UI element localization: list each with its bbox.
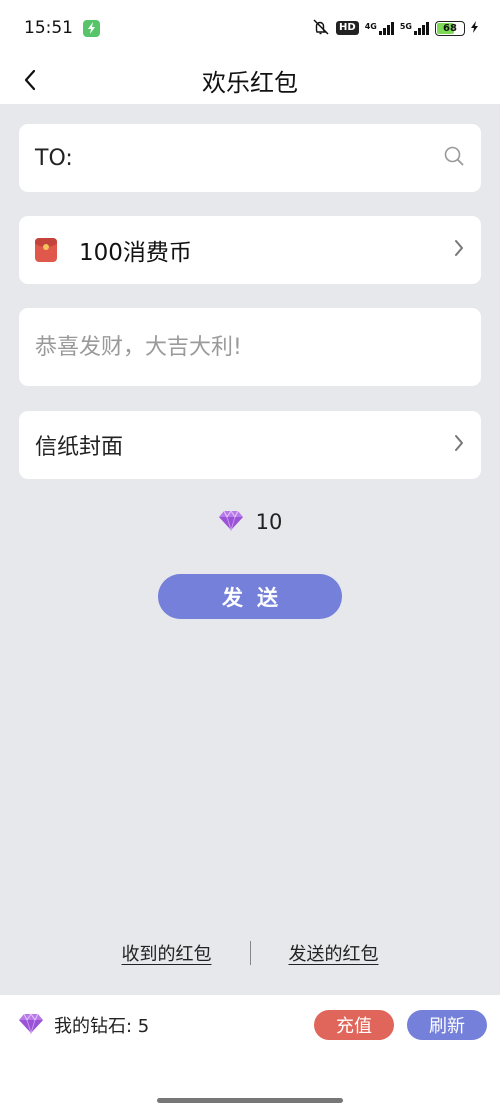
- signal-4g-icon: 4G: [364, 21, 394, 35]
- search-icon[interactable]: [443, 145, 465, 171]
- charging-icon: [471, 20, 478, 36]
- received-envelopes-link[interactable]: 收到的红包: [122, 940, 212, 966]
- app-notification-icon: [83, 19, 100, 37]
- send-button[interactable]: 发送: [158, 574, 342, 619]
- nav-bar: 欢乐红包: [0, 56, 500, 104]
- diamond-cost-value: 10: [255, 510, 283, 534]
- recharge-button[interactable]: 充值: [314, 1010, 394, 1040]
- diamond-icon: [218, 509, 244, 535]
- message-field: [19, 308, 481, 386]
- status-time: 15:51: [24, 18, 73, 38]
- network-label-4g: 4G: [364, 21, 377, 31]
- status-left: 15:51: [24, 18, 100, 38]
- status-bar: 15:51 HD 4G 5G 68: [0, 0, 500, 56]
- network-label-5g: 5G: [399, 21, 412, 31]
- diamond-cost: 10: [0, 506, 500, 538]
- recipient-field[interactable]: TO:: [19, 124, 481, 192]
- chevron-right-icon: [453, 433, 465, 457]
- battery-text: 68: [443, 22, 457, 34]
- chevron-left-icon: [24, 69, 36, 91]
- diamond-balance: 我的钻石: 5: [18, 1013, 149, 1037]
- page-title: 欢乐红包: [202, 68, 298, 97]
- bottom-bar: 我的钻石: 5 充值 刷新: [0, 995, 500, 1111]
- sent-envelopes-link[interactable]: 发送的红包: [289, 940, 379, 966]
- cover-label: 信纸封面: [35, 435, 124, 460]
- cover-selector[interactable]: 信纸封面: [19, 411, 481, 479]
- status-right: HD 4G 5G 68: [312, 18, 478, 38]
- diamond-balance-label: 我的钻石: 5: [54, 1016, 150, 1037]
- message-input[interactable]: [35, 334, 465, 360]
- mute-icon: [312, 18, 330, 38]
- chevron-right-icon: [453, 238, 465, 262]
- red-envelope-icon: [35, 238, 57, 262]
- refresh-button[interactable]: 刷新: [407, 1010, 487, 1040]
- hd-badge: HD: [336, 21, 359, 35]
- diamond-icon: [18, 1012, 44, 1038]
- link-divider: [249, 941, 251, 965]
- amount-value: 100消费币: [79, 240, 192, 266]
- back-button[interactable]: [14, 64, 46, 96]
- recipient-label: TO:: [35, 145, 73, 171]
- amount-selector[interactable]: 100消费币: [19, 216, 481, 284]
- battery-icon: 68: [435, 20, 465, 36]
- signal-5g-icon: 5G: [399, 21, 429, 35]
- envelope-history-links: 收到的红包 发送的红包: [0, 938, 500, 968]
- home-indicator[interactable]: [157, 1098, 343, 1103]
